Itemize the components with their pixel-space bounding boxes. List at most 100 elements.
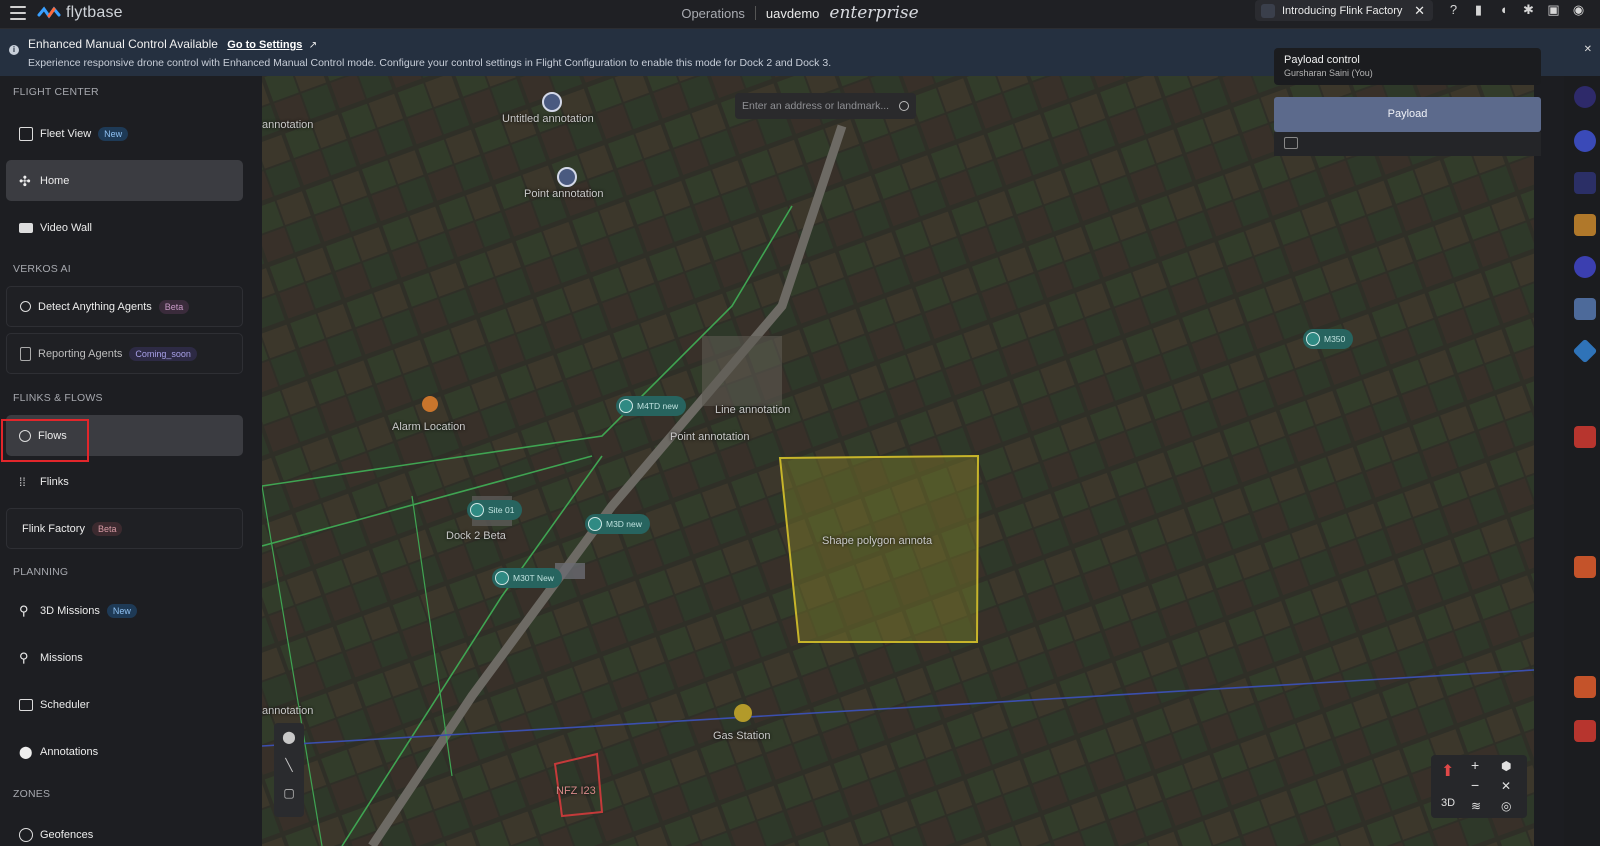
app-icon-7[interactable] [1572, 338, 1598, 364]
fullscreen-icon[interactable]: ✕ [1501, 779, 1511, 793]
polygon-tool-icon[interactable]: ▢ [274, 779, 304, 807]
flows-highlight-box [1, 419, 89, 462]
promo-close-icon[interactable]: ✕ [1414, 3, 1425, 19]
view-3d-toggle[interactable]: 3D [1441, 797, 1455, 809]
map-label-alarm-location[interactable]: Alarm Location [392, 421, 465, 433]
app-icon-5[interactable] [1574, 256, 1596, 278]
beta-badge: Beta [158, 299, 190, 314]
satellite-map-graphics [262, 76, 1534, 846]
payload-title: Payload control [1284, 54, 1360, 66]
go-to-settings-link[interactable]: Go to Settings [227, 39, 302, 51]
gift-icon[interactable]: ▣ [1546, 2, 1561, 17]
user-icon[interactable]: ◉ [1571, 2, 1586, 17]
gas-station-icon[interactable] [734, 704, 752, 722]
map-label-polygon[interactable]: Shape polygon annota [822, 535, 932, 547]
map-label-point-annotation-mid[interactable]: Point annotation [670, 431, 750, 443]
map-style-icon[interactable]: ⬢ [1501, 759, 1511, 773]
coming-soon-badge: Coming_soon [129, 346, 197, 361]
app-icon-9[interactable] [1574, 556, 1596, 578]
sidebar-item-fleet-view[interactable]: Fleet View New [6, 113, 243, 154]
bell-icon[interactable]: ◖ [1496, 2, 1511, 17]
drone-pin-m4td[interactable]: M4TD new [616, 396, 687, 416]
zoom-in-button[interactable]: + [1471, 757, 1479, 773]
section-verkos-ai: VERKOS AI [13, 263, 71, 275]
dock-marker-icon [470, 503, 484, 517]
sidebar-item-flinks[interactable]: ⁞⁞ Flinks [6, 461, 243, 502]
payload-body [1274, 132, 1541, 156]
sidebar-item-video-wall[interactable]: Video Wall [6, 207, 243, 248]
app-icon-6[interactable] [1574, 298, 1596, 320]
map-label-annotation[interactable]: annotation [262, 119, 313, 131]
detect-agent-icon [20, 301, 31, 312]
drone-pin-m30t[interactable]: M30T New [492, 568, 562, 588]
geofence-icon [19, 827, 33, 842]
org-name[interactable]: uavdemo [766, 6, 819, 21]
sidebar-item-reporting-agents[interactable]: Reporting Agents Coming_soon [6, 333, 243, 374]
banner-title: Enhanced Manual Control Available Go to … [28, 37, 317, 51]
sidebar-item-scheduler[interactable]: Scheduler [6, 684, 243, 725]
map-label-annotation-bottom[interactable]: annotation [262, 705, 313, 717]
map-view[interactable]: Enter an address or landmark... Untitled… [262, 76, 1534, 846]
fleet-view-icon [19, 126, 33, 141]
sidebar-item-flink-factory[interactable]: Flink Factory Beta [6, 508, 243, 549]
sidebar-item-3d-missions[interactable]: ⚲ 3D Missions New [6, 590, 243, 631]
zoom-out-button[interactable]: − [1471, 777, 1479, 793]
pin-tool-icon[interactable]: ⬤ [274, 723, 304, 751]
title-divider [754, 6, 756, 20]
compass-icon[interactable]: ⬆ [1441, 761, 1454, 781]
drone-pin-m350[interactable]: M350 [1303, 329, 1354, 349]
sidebar-item-geofences[interactable]: Geofences [6, 814, 243, 846]
payload-tab-button[interactable]: Payload [1274, 97, 1541, 132]
sidebar-item-label: Video Wall [40, 221, 92, 234]
section-name[interactable]: Operations [681, 6, 745, 21]
sidebar-item-label: 3D Missions [40, 604, 100, 617]
sidebar-item-annotations[interactable]: ⬤ Annotations [6, 731, 243, 772]
search-icon[interactable] [899, 101, 909, 111]
annotation-pin-icon[interactable] [542, 92, 562, 112]
flink-factory-promo[interactable]: Introducing Flink Factory ✕ [1255, 0, 1433, 21]
pin-label: M30T New [513, 573, 554, 583]
sidebar-item-label: Flinks [40, 475, 69, 488]
banner-close-icon[interactable]: ✕ [1584, 44, 1592, 55]
sidebar-item-label: Geofences [40, 828, 94, 841]
app-icon-8[interactable] [1574, 426, 1596, 448]
drone-pin-m3d[interactable]: M3D new [585, 514, 650, 534]
app-icon-3[interactable] [1574, 172, 1596, 194]
annotation-pin-icon[interactable] [557, 167, 577, 187]
fire-icon[interactable] [1574, 676, 1596, 698]
recenter-icon[interactable]: ◎ [1501, 799, 1511, 813]
map-label-line-annotation[interactable]: Line annotation [715, 404, 790, 416]
pin-label: M4TD new [637, 401, 679, 411]
external-link-icon[interactable]: ↗ [309, 40, 317, 51]
beta-badge: Beta [91, 521, 123, 536]
dock-pin-site01[interactable]: Site 01 [467, 500, 523, 520]
top-bar: flytbase Operations uavdemo enterprise I… [0, 0, 1600, 29]
help-icon[interactable]: ? [1446, 2, 1461, 17]
sidebar-item-label: Flink Factory [22, 522, 85, 535]
layers-icon[interactable]: ≋ [1471, 799, 1481, 813]
app-icon-1[interactable] [1574, 86, 1596, 108]
search-placeholder: Enter an address or landmark... [742, 100, 890, 112]
drone-marker-icon [588, 517, 602, 531]
map-label-nfz[interactable]: NFZ I23 [556, 785, 596, 797]
map-label-gas-station[interactable]: Gas Station [713, 730, 770, 742]
app-icon-2[interactable] [1574, 130, 1596, 152]
line-tool-icon[interactable]: ╲ [274, 751, 304, 779]
sidebar-item-detect-agents[interactable]: Detect Anything Agents Beta [6, 286, 243, 327]
video-icon[interactable] [1574, 720, 1596, 742]
flink-factory-icon [1261, 3, 1275, 18]
app-icon-4[interactable] [1574, 214, 1596, 236]
map-search-input[interactable]: Enter an address or landmark... [735, 93, 916, 119]
sidebar-item-missions[interactable]: ⚲ Missions [6, 637, 243, 678]
gear-icon[interactable]: ✱ [1521, 2, 1536, 17]
video-wall-icon [19, 222, 33, 233]
sidebar-item-home[interactable]: ✣ Home [6, 160, 243, 201]
section-planning: PLANNING [13, 566, 69, 578]
analytics-icon[interactable]: ▮ [1471, 2, 1486, 17]
payload-control-card[interactable]: Payload control Gursharan Saini (You) [1274, 48, 1541, 85]
map-label-dock2[interactable]: Dock 2 Beta [446, 530, 506, 542]
map-label-point-annotation[interactable]: Point annotation [524, 188, 604, 200]
alarm-warning-icon[interactable] [422, 396, 438, 412]
sidebar-item-label: Home [40, 174, 70, 187]
map-label-untitled-annotation[interactable]: Untitled annotation [502, 113, 594, 125]
